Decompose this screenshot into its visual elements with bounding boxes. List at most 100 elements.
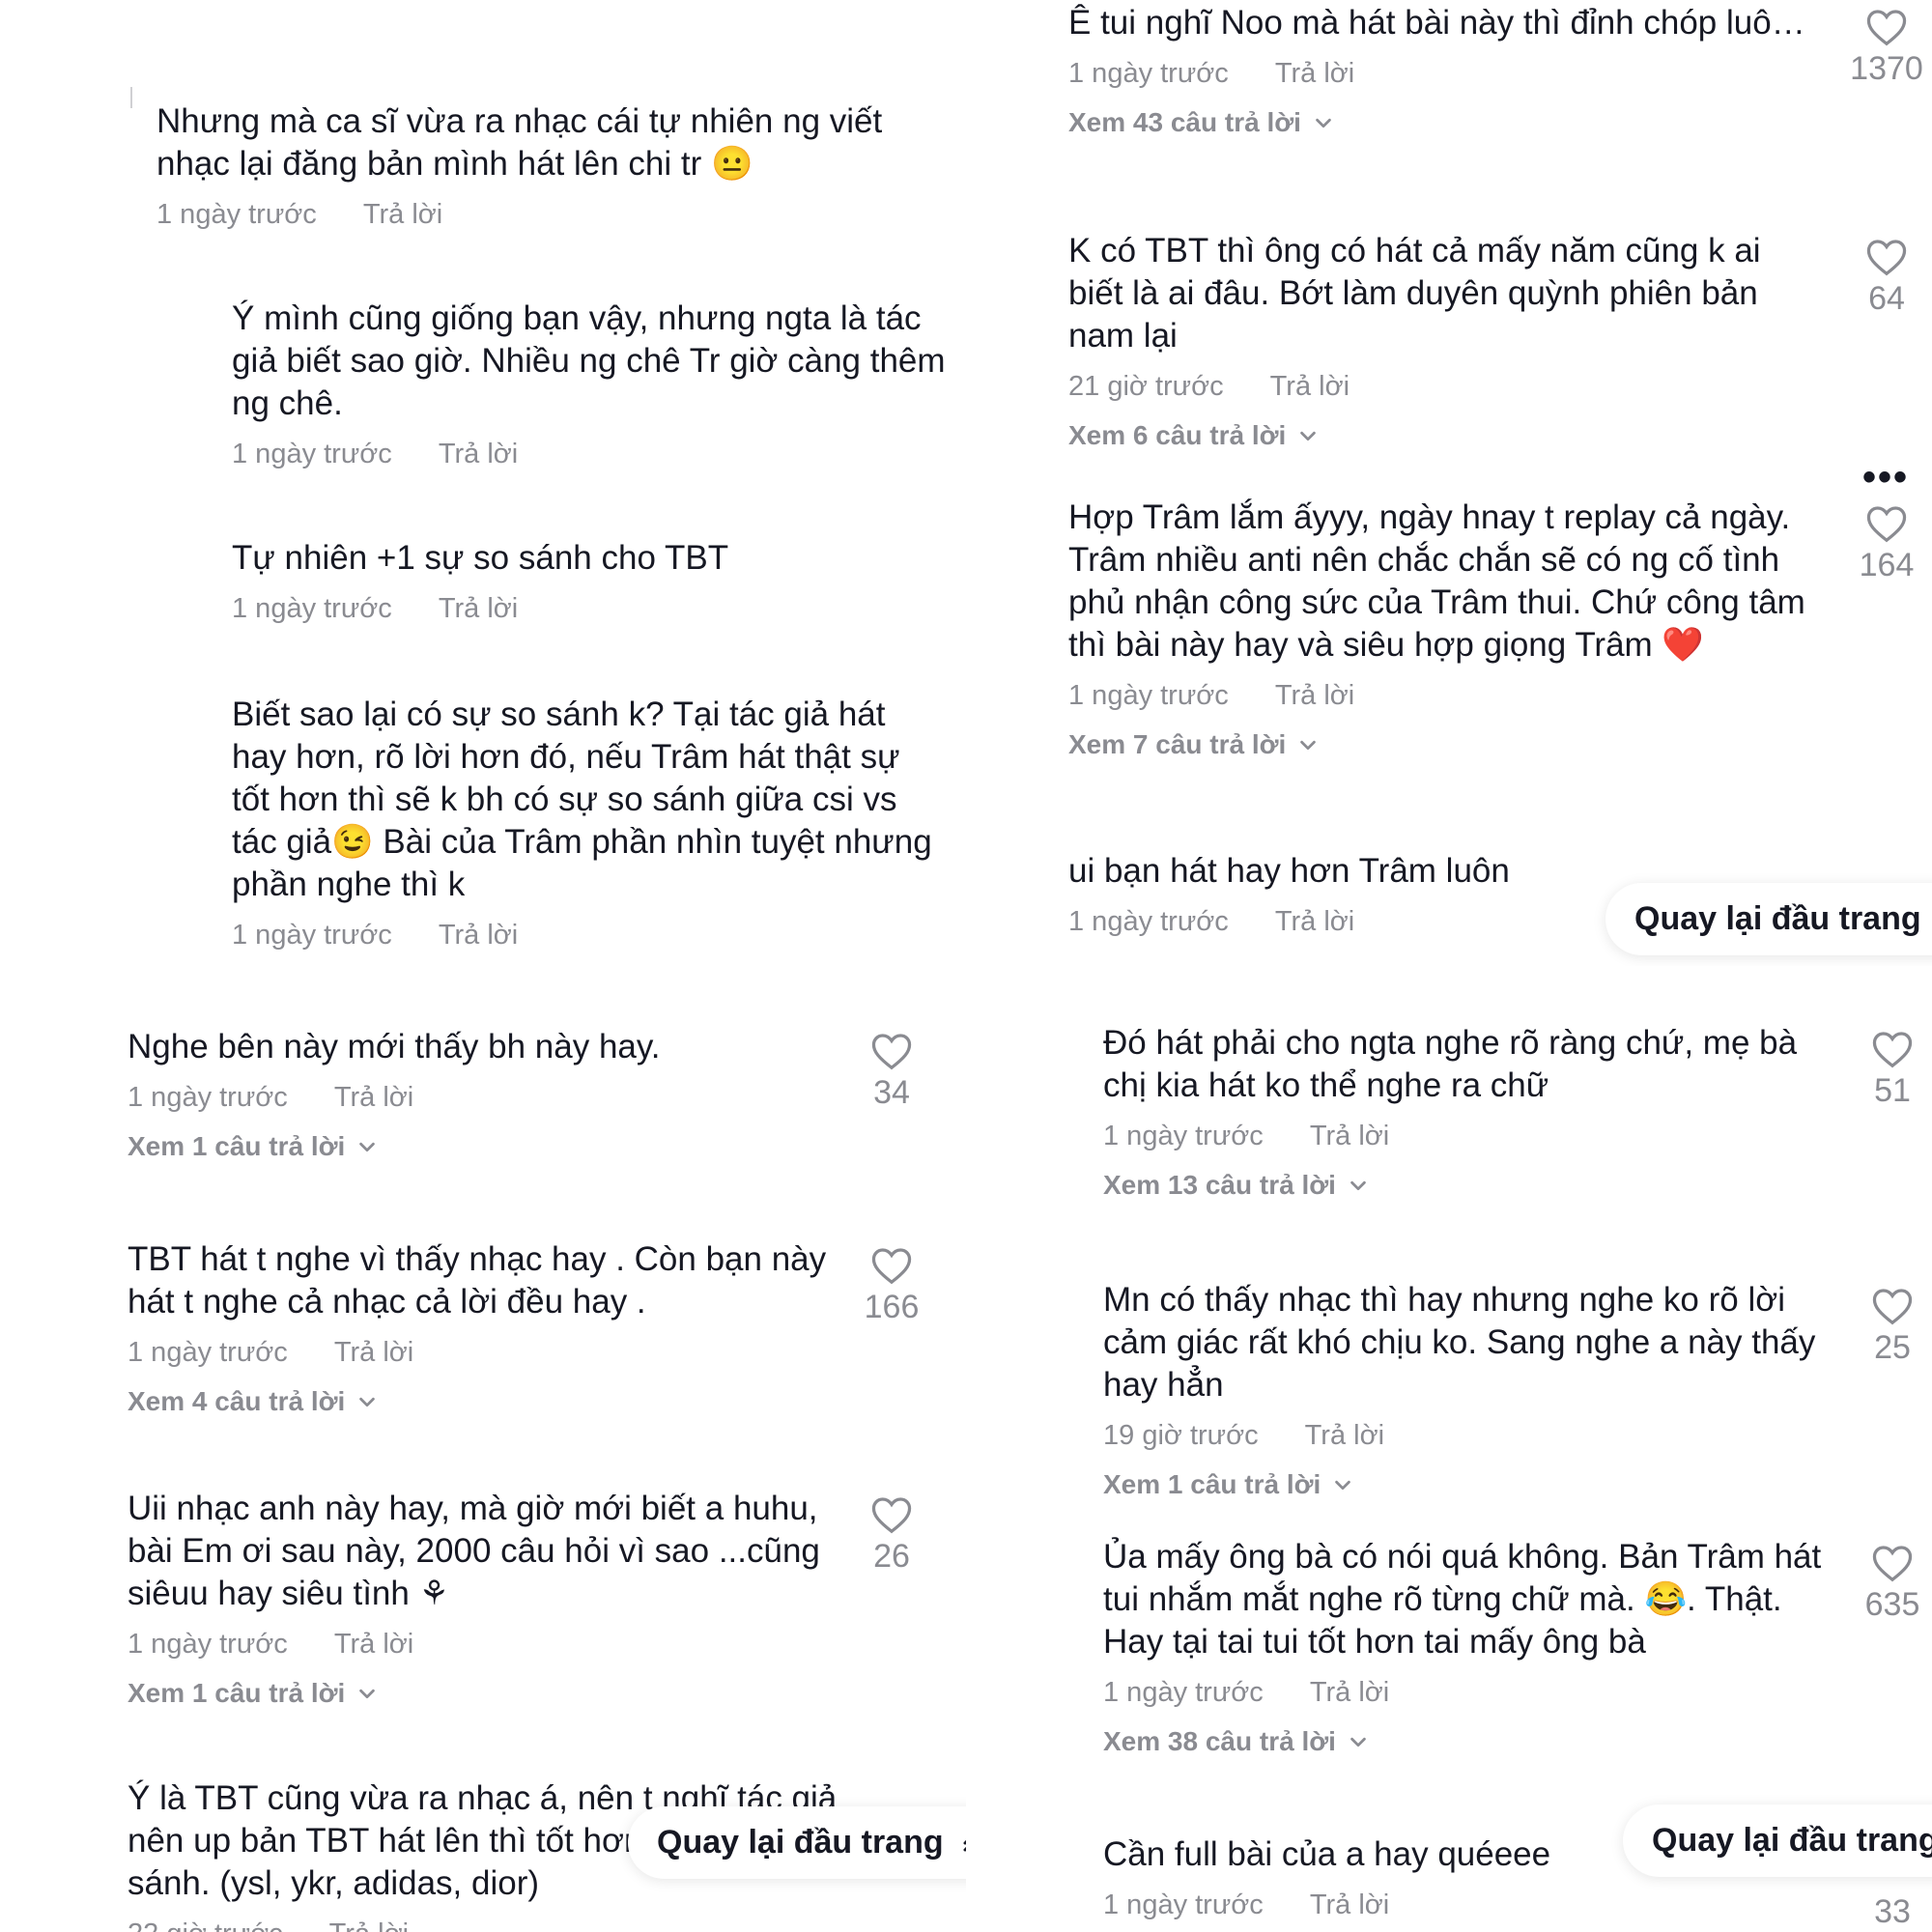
view-replies-button[interactable]: Xem 6 câu trả lời — [1068, 420, 1822, 451]
comment-time: 1 ngày trước — [156, 199, 317, 230]
reply-link[interactable]: Trả lời — [1310, 1121, 1389, 1152]
like-button[interactable]: 64 — [1843, 238, 1930, 318]
reply-link[interactable]: Trả lời — [1275, 680, 1354, 712]
like-button[interactable]: 25 — [1849, 1287, 1932, 1367]
comment-time: 1 ngày trước — [232, 593, 392, 624]
comment: Nghe bên này mới thấy bh này hay. 1 ngày… — [128, 1026, 842, 1162]
comment: TBT hát t nghe vì thấy nhạc hay . Còn bạ… — [128, 1238, 842, 1417]
double-chevron-up-icon — [963, 1839, 966, 1851]
like-count: 64 — [1868, 280, 1905, 317]
heart-outline-icon — [1872, 1289, 1913, 1325]
reply-link[interactable]: Trả lời — [1310, 1677, 1389, 1709]
comment-text: Ủa mấy ông bà có nói quá không. Bản Trâm… — [1103, 1538, 1822, 1661]
chevron-down-icon — [1300, 740, 1317, 751]
reply-link[interactable]: Trả lời — [1275, 58, 1354, 90]
reply-link[interactable]: Trả lời — [439, 920, 518, 952]
like-button[interactable]: 26 — [848, 1495, 935, 1576]
heart-outline-icon — [1872, 1546, 1913, 1582]
view-replies-button[interactable]: Xem 43 câu trả lời — [1068, 107, 1822, 138]
view-replies-button[interactable]: Xem 1 câu trả lời — [1103, 1469, 1847, 1500]
view-replies-label: Xem 7 câu trả lời — [1068, 729, 1287, 759]
like-count: 34 — [873, 1074, 910, 1111]
view-replies-label: Xem 1 câu trả lời — [128, 1131, 346, 1161]
comment-time: 1 ngày trước — [232, 439, 392, 469]
panel-bottom-right: Đó hát phải cho ngta nghe rõ ràng chứ, m… — [966, 966, 1932, 1932]
reply-link[interactable]: Trả lời — [334, 1337, 413, 1369]
comment-text: Biết sao lại có sự so sánh k? Tại tác gi… — [232, 696, 932, 903]
comment-time: 1 ngày trước — [128, 1337, 288, 1368]
like-button[interactable]: 1370 — [1843, 8, 1930, 88]
comment-text: Tự nhiên +1 sự so sánh cho TBT — [232, 539, 729, 577]
comment: Mn có thấy nhạc thì hay nhưng nghe ko rõ… — [1103, 1279, 1847, 1500]
comment-text: Nghe bên này mới thấy bh này hay. — [128, 1028, 661, 1065]
back-to-top-label: Quay lại đầu trang — [1634, 900, 1921, 937]
back-to-top-label: Quay lại đầu trang — [657, 1824, 944, 1861]
chevron-down-icon — [359, 1397, 376, 1407]
view-replies-button[interactable]: Xem 1 câu trả lời — [128, 1131, 842, 1162]
view-replies-label: Xem 1 câu trả lời — [1103, 1469, 1321, 1499]
comment-text: Ê tui nghĩ Noo mà hát bài này thì đỉnh c… — [1068, 4, 1822, 42]
like-button[interactable]: 635 — [1849, 1544, 1932, 1624]
comment-time: 21 giờ trước — [1068, 371, 1224, 402]
chevron-down-icon — [1350, 1737, 1366, 1747]
reply-link[interactable]: Trả lời — [363, 199, 442, 231]
reply-link[interactable]: Trả lời — [1275, 906, 1354, 938]
comment-time: 1 ngày trước — [1068, 680, 1229, 711]
comment: Ê tui nghĩ Noo mà hát bài này thì đỉnh c… — [1068, 2, 1822, 138]
reply-link[interactable]: Trả lời — [1305, 1420, 1384, 1452]
back-to-top-label: Quay lại đầu trang — [1652, 1822, 1932, 1859]
comment-meta: 1 ngày trước Trả lời — [232, 593, 947, 625]
back-to-top-button[interactable]: Quay lại đầu trang — [1605, 883, 1932, 955]
chevron-down-icon — [1316, 118, 1331, 128]
reply-link[interactable]: Trả lời — [1310, 1889, 1389, 1921]
reply-comment: Biết sao lại có sự so sánh k? Tại tác gi… — [232, 694, 947, 952]
reply-link[interactable]: Trả lời — [1270, 371, 1350, 403]
like-button[interactable]: 164 — [1843, 504, 1930, 584]
comment: Uii nhạc anh này hay, mà giờ mới biết a … — [128, 1488, 842, 1709]
view-replies-button[interactable]: Xem 4 câu trả lời — [128, 1386, 842, 1417]
chevron-down-icon — [1335, 1480, 1351, 1491]
like-count: 164 — [1859, 547, 1915, 583]
reply-comment: Ý mình cũng giống bạn vậy, nhưng ngta là… — [232, 298, 947, 470]
comment: Đó hát phải cho ngta nghe rõ ràng chứ, m… — [1103, 1022, 1837, 1201]
reply-link[interactable]: Trả lời — [329, 1918, 409, 1932]
chevron-down-icon — [359, 1142, 376, 1152]
back-to-top-button[interactable]: Quay lại đầu trang — [628, 1806, 966, 1879]
comment-time: 1 ngày trước — [1068, 58, 1229, 89]
comment: Cần full bài của a hay quéeee 1 ngày trư… — [1103, 1833, 1683, 1921]
comment-time: 19 giờ trước — [1103, 1420, 1259, 1451]
view-replies-label: Xem 1 câu trả lời — [128, 1678, 346, 1708]
comment-meta: 1 ngày trước Trả lời — [232, 439, 947, 470]
panel-bottom-left: Nghe bên này mới thấy bh này hay. 1 ngày… — [0, 966, 966, 1932]
comment-meta: 1 ngày trước Trả lời — [128, 1082, 842, 1114]
reply-thread-line — [130, 87, 132, 108]
reply-link[interactable]: Trả lời — [334, 1629, 413, 1661]
comment-meta: 1 ngày trước Trả lời — [128, 1337, 842, 1369]
back-to-top-button[interactable]: Quay lại đầu trang — [1623, 1804, 1932, 1877]
panel-top-right: Ê tui nghĩ Noo mà hát bài này thì đỉnh c… — [966, 0, 1932, 966]
comment-time: 1 ngày trước — [1103, 1121, 1264, 1151]
panel-top-left: Nhưng mà ca sĩ vừa ra nhạc cái tự nhiên … — [0, 0, 966, 966]
like-button[interactable]: 166 — [848, 1246, 935, 1326]
comment-meta: 19 giờ trước Trả lời — [1103, 1420, 1847, 1452]
like-count: 1370 — [1850, 50, 1923, 87]
comment-time: 1 ngày trước — [1103, 1889, 1264, 1920]
like-count: 25 — [1874, 1329, 1911, 1366]
reply-link[interactable]: Trả lời — [439, 439, 518, 470]
comment-meta: 1 ngày trước Trả lời — [1103, 1889, 1683, 1921]
reply-link[interactable]: Trả lời — [439, 593, 518, 625]
view-replies-button[interactable]: Xem 13 câu trả lời — [1103, 1170, 1837, 1201]
like-count: 166 — [864, 1289, 920, 1325]
view-replies-button[interactable]: Xem 38 câu trả lời — [1103, 1726, 1847, 1757]
view-replies-button[interactable]: Xem 7 câu trả lời — [1068, 729, 1832, 760]
more-dots-icon[interactable]: ••• — [1862, 456, 1909, 499]
view-replies-button[interactable]: Xem 1 câu trả lời — [128, 1678, 842, 1709]
comment-meta: 1 ngày trước Trả lời — [1103, 1121, 1837, 1152]
view-replies-label: Xem 38 câu trả lời — [1103, 1726, 1336, 1756]
like-button[interactable]: 51 — [1849, 1030, 1932, 1110]
like-button[interactable]: 34 — [848, 1032, 935, 1112]
reply-comment: Tự nhiên +1 sự so sánh cho TBT 1 ngày tr… — [232, 537, 947, 625]
reply-link[interactable]: Trả lời — [334, 1082, 413, 1114]
comment-time: 1 ngày trước — [1103, 1677, 1264, 1708]
comment-meta: 1 ngày trước Trả lời — [128, 1629, 842, 1661]
